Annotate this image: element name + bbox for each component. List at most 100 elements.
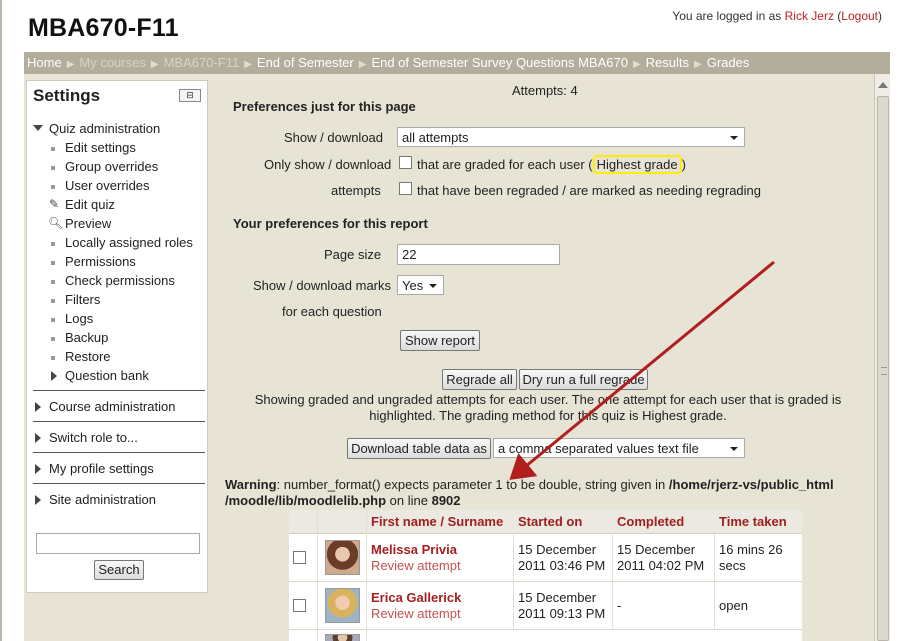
tree-check-permissions[interactable]: Check permissions — [65, 273, 175, 288]
collapsed-arrow-icon[interactable] — [51, 371, 57, 381]
tree-edit-settings[interactable]: Edit settings — [65, 140, 136, 155]
avatar[interactable] — [325, 634, 360, 641]
page-size-input[interactable]: 22 — [397, 244, 560, 265]
settings-search-input[interactable] — [36, 533, 200, 554]
row-select-checkbox[interactable] — [293, 599, 306, 612]
student-name-link[interactable]: Melissa Privia — [371, 542, 461, 558]
column-divider — [317, 510, 318, 534]
tree-restore[interactable]: Restore — [65, 349, 111, 364]
graded-checkbox[interactable] — [399, 156, 412, 169]
review-attempt-link[interactable]: Review attempt — [371, 558, 461, 574]
collapsed-arrow-icon[interactable] — [35, 495, 41, 505]
header-name: First name / Surname — [371, 514, 503, 529]
header-time-taken[interactable]: Time taken — [719, 514, 787, 529]
started-time: 2011 09:13 PM — [518, 606, 606, 621]
attempts-label: attempts — [331, 183, 381, 198]
site-title[interactable]: MBA670-F11 — [28, 14, 179, 43]
tree-permissions[interactable]: Permissions — [65, 254, 136, 269]
tree-quiz-administration[interactable]: Quiz administration — [49, 121, 160, 136]
column-divider — [366, 510, 367, 534]
collapsed-arrow-icon[interactable] — [35, 402, 41, 412]
header-first-name[interactable]: First name — [371, 514, 437, 529]
tree-question-bank[interactable]: Question bank — [65, 368, 149, 383]
started-on-cell: 15 December 2011 09:13 PM — [518, 590, 605, 622]
completed-date: - — [617, 598, 622, 613]
breadcrumb-section[interactable]: End of Semester — [257, 55, 354, 70]
download-table-button[interactable]: Download table data as — [347, 438, 491, 459]
breadcrumb-home[interactable]: Home — [27, 55, 62, 70]
breadcrumb: Home ▶ My courses ▶ MBA670-F11 ▶ End of Semest… — [24, 52, 890, 74]
chevron-down-icon — [730, 447, 738, 451]
right-gutter — [890, 52, 908, 641]
breadcrumb-course[interactable]: MBA670-F11 — [164, 55, 240, 70]
warning-online: on line — [386, 493, 432, 508]
dry-run-regrade-button[interactable]: Dry run a full regrade — [519, 369, 648, 390]
vertical-scrollbar[interactable] — [874, 74, 890, 641]
regrade-all-button[interactable]: Regrade all — [442, 369, 517, 390]
download-format-select[interactable]: a comma separated values text file — [493, 438, 745, 458]
scroll-up-arrow-icon[interactable] — [878, 82, 888, 88]
avatar[interactable] — [325, 540, 360, 575]
table-row — [289, 630, 802, 641]
collapsed-arrow-icon[interactable] — [35, 433, 41, 443]
breadcrumb-quiz[interactable]: End of Semester Survey Questions MBA670 — [371, 55, 628, 70]
warning-text: : number_format() expects parameter 1 to… — [276, 477, 669, 492]
completed-date: 15 December — [617, 542, 696, 557]
column-divider — [513, 534, 514, 582]
tree-group-overrides[interactable]: Group overrides — [65, 159, 158, 174]
completed-time: 2011 04:02 PM — [617, 558, 705, 573]
time-taken-cell: open — [719, 598, 748, 614]
marks-value: Yes — [402, 278, 424, 293]
student-name-link[interactable]: Erica Gallerick — [371, 590, 461, 606]
breadcrumb-separator-icon: ▶ — [244, 59, 252, 70]
tree-filters[interactable]: Filters — [65, 292, 100, 307]
grading-info-line-2: highlighted. The grading method for this… — [369, 408, 727, 423]
warning-label: Warning — [225, 477, 277, 492]
scrollbar-thumb[interactable] — [877, 96, 889, 641]
tree-user-overrides[interactable]: User overrides — [65, 178, 150, 193]
dock-toggle-icon[interactable]: ⊟ — [179, 89, 201, 102]
tree-preview[interactable]: Preview — [65, 216, 111, 231]
tree-logs[interactable]: Logs — [65, 311, 93, 326]
tree-divider — [33, 390, 205, 391]
tree-edit-quiz[interactable]: Edit quiz — [65, 197, 115, 212]
avatar[interactable] — [325, 588, 360, 623]
collapsed-arrow-icon[interactable] — [35, 464, 41, 474]
login-info: You are logged in as Rick Jerz (Logout) — [672, 9, 882, 23]
logout-link[interactable]: Logout — [841, 9, 878, 23]
marks-select[interactable]: Yes — [397, 275, 444, 295]
column-divider — [714, 534, 715, 582]
breadcrumb-results[interactable]: Results — [646, 55, 689, 70]
tree-site-administration[interactable]: Site administration — [49, 492, 156, 507]
regraded-checkbox[interactable] — [399, 182, 412, 195]
highest-grade-highlight: Highest grade — [592, 155, 682, 174]
breadcrumb-separator-icon: ▶ — [66, 59, 75, 70]
tree-switch-role[interactable]: Switch role to... — [49, 430, 138, 445]
header-surname[interactable]: Surname — [448, 514, 504, 529]
column-divider — [317, 534, 318, 582]
review-attempt-link[interactable]: Review attempt — [371, 606, 461, 622]
column-divider — [612, 582, 613, 630]
tree-course-administration[interactable]: Course administration — [49, 399, 175, 414]
user-link[interactable]: Rick Jerz — [785, 9, 834, 23]
breadcrumb-my-courses[interactable]: My courses — [79, 55, 145, 70]
show-download-select[interactable]: all attempts — [397, 127, 745, 147]
download-format-value: a comma separated values text file — [498, 441, 699, 456]
login-prefix: You are logged in as — [672, 9, 785, 23]
expanded-arrow-icon[interactable] — [33, 125, 43, 131]
report-main: Attempts: 4 Preferences just for this pa… — [222, 74, 874, 641]
settings-search-button[interactable]: Search — [94, 560, 144, 580]
row-select-checkbox[interactable] — [293, 551, 306, 564]
header-started-on[interactable]: Started on — [518, 514, 582, 529]
tree-locally-assigned-roles[interactable]: Locally assigned roles — [65, 235, 193, 250]
page-content: Settings ⊟ Quiz administration Edit sett… — [24, 74, 874, 641]
started-date: 15 December — [518, 542, 597, 557]
show-report-button[interactable]: Show report — [400, 330, 480, 351]
tree-backup[interactable]: Backup — [65, 330, 108, 345]
prefs-report-heading: Your preferences for this report — [233, 216, 428, 231]
header-completed[interactable]: Completed — [617, 514, 684, 529]
column-divider — [317, 630, 318, 641]
warning-line: 8902 — [431, 493, 461, 508]
tree-my-profile-settings[interactable]: My profile settings — [49, 461, 154, 476]
show-download-label: Show / download — [284, 130, 384, 145]
